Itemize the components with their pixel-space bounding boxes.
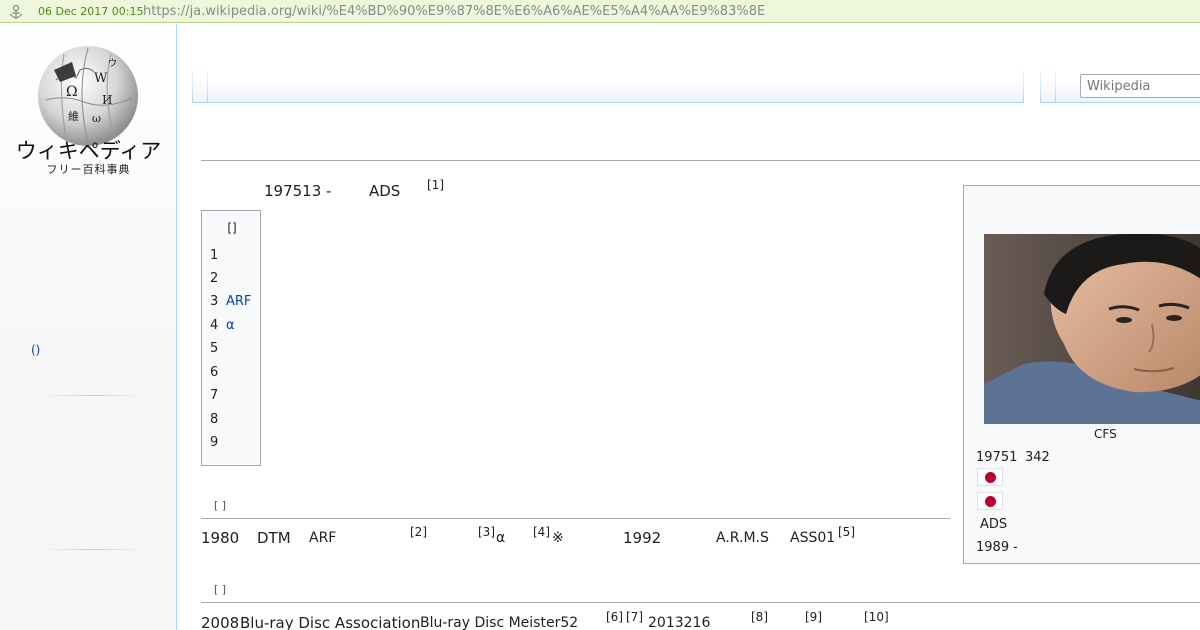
text-kome: ※ bbox=[552, 530, 564, 546]
svg-text:И: И bbox=[102, 93, 112, 107]
infobox-org: ADS bbox=[980, 517, 1008, 532]
archive-url[interactable]: https://ja.wikipedia.org/wiki/%E4%BD%90%… bbox=[143, 0, 765, 23]
infobox-dash: - bbox=[1013, 540, 1018, 555]
dtm-link[interactable]: DTM bbox=[257, 529, 291, 547]
ref-link[interactable]: [1] bbox=[427, 178, 444, 192]
svg-text:Ω: Ω bbox=[66, 84, 78, 100]
table-of-contents: [] 1 2 3 ARF 4α 5 6 7 8 9 bbox=[201, 210, 261, 466]
section-edit-link[interactable]: [ ] bbox=[214, 499, 226, 512]
svg-text:ω: ω bbox=[92, 112, 101, 125]
logo-subtitle[interactable]: フリー百科事典 bbox=[0, 161, 177, 177]
birth-date-link[interactable]: 19751 bbox=[976, 450, 1017, 465]
tab-article[interactable] bbox=[207, 65, 208, 103]
infobox-year-link[interactable]: 1989 bbox=[976, 540, 1009, 555]
toc-item[interactable]: 1 bbox=[210, 248, 226, 263]
ref-link[interactable]: [9] bbox=[805, 610, 822, 624]
section-edit-link[interactable]: [ ] bbox=[214, 583, 226, 596]
year-link[interactable]: 2008 bbox=[201, 614, 239, 630]
text-ass: ASS01 bbox=[790, 530, 836, 546]
ref-link[interactable]: [3] bbox=[478, 525, 495, 539]
toc-item[interactable]: 6 bbox=[210, 365, 226, 380]
japan-flag-icon[interactable] bbox=[977, 468, 1003, 486]
text-alpha: α bbox=[496, 530, 506, 546]
sidebar-divider bbox=[31, 549, 156, 550]
text-date: 2013216 bbox=[648, 615, 711, 630]
svg-text:W: W bbox=[94, 71, 108, 86]
title-divider bbox=[201, 160, 1200, 161]
lead-date-link[interactable]: 197513 bbox=[264, 182, 321, 200]
archive-date[interactable]: 06 Dec 2017 00:15 bbox=[38, 0, 143, 23]
lead-dash: - bbox=[326, 182, 332, 200]
toc-item[interactable]: 5 bbox=[210, 341, 226, 356]
year-link[interactable]: 1980 bbox=[201, 529, 239, 547]
section-divider bbox=[201, 602, 1200, 603]
ref-link[interactable]: [6] bbox=[606, 610, 623, 624]
archive-bar: 06 Dec 2017 00:15 https://ja.wikipedia.o… bbox=[0, 0, 1200, 23]
text-arf: ARF bbox=[309, 530, 337, 546]
portrait-caption: CFS bbox=[1094, 427, 1117, 441]
portrait-photo[interactable] bbox=[984, 234, 1200, 424]
text-meister: Blu-ray Disc Meister52 bbox=[420, 615, 579, 630]
tab-divider bbox=[1023, 65, 1024, 103]
svg-text:ウ: ウ bbox=[108, 58, 117, 69]
search-input[interactable] bbox=[1080, 74, 1200, 98]
toc-item[interactable]: 7 bbox=[210, 388, 226, 403]
sidebar-nav-link[interactable]: () bbox=[31, 343, 40, 357]
toc-item[interactable]: 9 bbox=[210, 435, 226, 450]
ref-link[interactable]: [5] bbox=[838, 525, 855, 539]
tab-read[interactable] bbox=[1055, 65, 1056, 103]
sidebar-divider bbox=[31, 395, 156, 396]
toc-item[interactable]: 3 ARF bbox=[210, 294, 251, 309]
svg-text:維: 維 bbox=[68, 110, 79, 123]
ref-link[interactable]: [4] bbox=[533, 525, 550, 539]
wikipedia-globe-logo[interactable]: Ω W И 維 ω ウ bbox=[36, 40, 140, 148]
japan-flag-icon[interactable] bbox=[977, 492, 1003, 510]
ref-link[interactable]: [2] bbox=[410, 525, 427, 539]
toc-item[interactable]: 2 bbox=[210, 271, 226, 286]
bda-link[interactable]: Blu-ray Disc Association bbox=[240, 614, 420, 630]
text-arms: A.R.M.S bbox=[716, 530, 769, 546]
page-tabs bbox=[192, 65, 1024, 103]
birth-date-rest: 342 bbox=[1025, 450, 1050, 465]
toc-title: [] bbox=[227, 221, 237, 235]
ref-link[interactable]: [10] bbox=[864, 610, 889, 624]
ref-link[interactable]: [7] bbox=[626, 610, 643, 624]
lead-org: ADS bbox=[369, 182, 401, 200]
ref-link[interactable]: [8] bbox=[751, 610, 768, 624]
toc-item[interactable]: 4α bbox=[210, 318, 235, 333]
sidebar: Ω W И 維 ω ウ ウィキペディア フリー百科事典 () bbox=[0, 24, 177, 630]
tab-divider bbox=[1040, 65, 1041, 103]
tab-divider bbox=[192, 65, 193, 103]
toc-item[interactable]: 8 bbox=[210, 412, 226, 427]
archive-logo-icon[interactable] bbox=[8, 4, 24, 20]
section-divider bbox=[201, 518, 950, 519]
year-link[interactable]: 1992 bbox=[623, 529, 661, 547]
